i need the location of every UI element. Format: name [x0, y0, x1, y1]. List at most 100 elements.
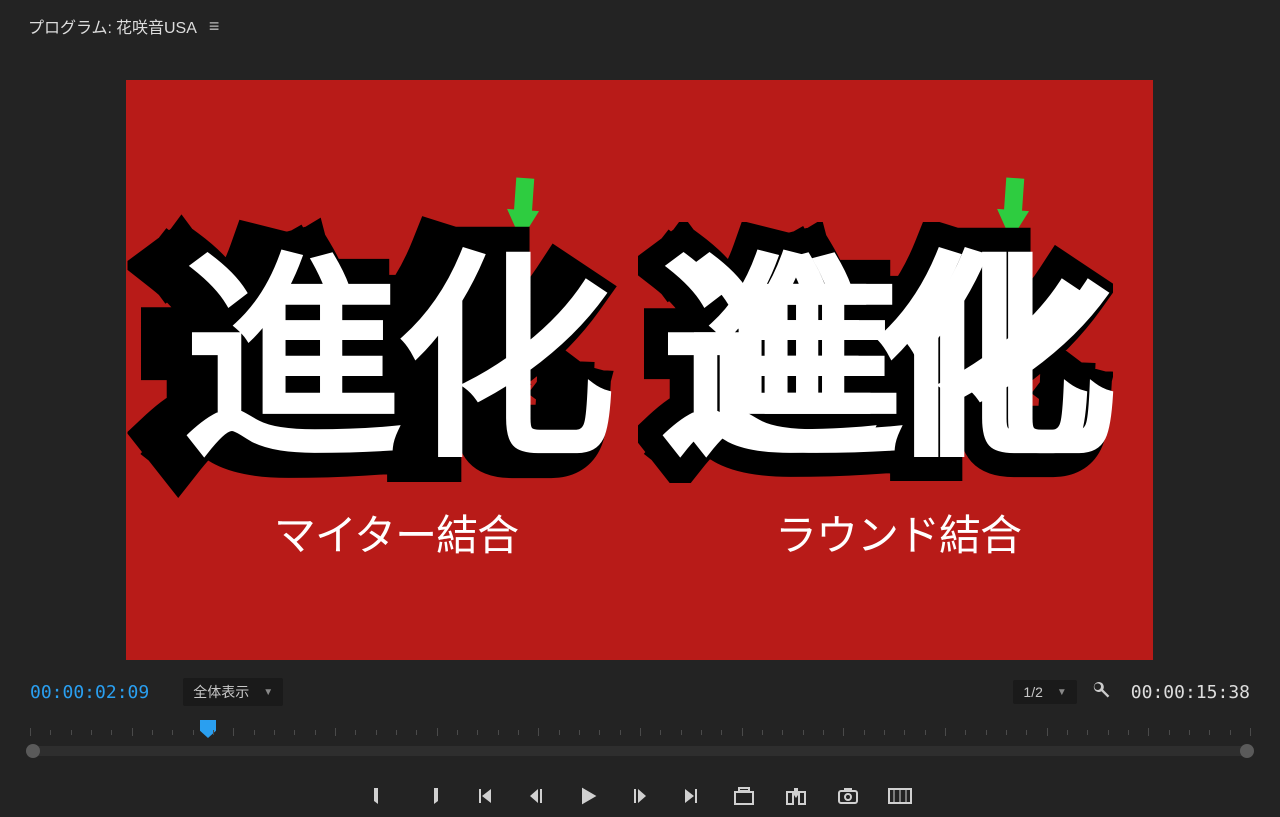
ruler-tick	[498, 730, 499, 735]
ruler-tick	[1067, 730, 1068, 735]
caption-miter: マイター結合	[156, 502, 636, 563]
time-ruler[interactable]	[30, 718, 1250, 744]
settings-wrench-icon[interactable]	[1091, 680, 1111, 705]
zoom-handle-right[interactable]	[1240, 744, 1254, 758]
ruler-tick	[172, 730, 173, 735]
ruler-tick	[274, 730, 275, 735]
comparison-view-button[interactable]	[888, 784, 912, 808]
ruler-tick	[1047, 728, 1048, 736]
ruler-tick	[437, 728, 438, 736]
ruler-tick	[315, 730, 316, 735]
ruler-tick	[1108, 730, 1109, 735]
ruler-tick	[1209, 730, 1210, 735]
monitor-controls-row: 00:00:02:09 全体表示 ▼ 1/2 ▼ 00:00:15:38	[0, 678, 1280, 706]
caption-round: ラウンド結合	[658, 502, 1138, 563]
ruler-tick	[416, 730, 417, 735]
ruler-tick	[986, 730, 987, 735]
ruler-tick	[396, 730, 397, 735]
ruler-tick	[294, 730, 295, 735]
play-button[interactable]	[576, 784, 600, 808]
ruler-tick	[803, 730, 804, 735]
sample-text-block-round: 進化 ラウンド結合	[658, 250, 1138, 563]
extract-button[interactable]	[784, 784, 808, 808]
ruler-tick	[477, 730, 478, 735]
zoom-level-select[interactable]: 全体表示 ▼	[183, 678, 283, 706]
panel-title-prefix: プログラム:	[28, 14, 112, 38]
export-frame-button[interactable]	[836, 784, 860, 808]
ruler-tick	[1169, 730, 1170, 735]
zoom-level-label: 全体表示	[193, 682, 249, 702]
ruler-tick	[538, 728, 539, 736]
ruler-tick	[925, 730, 926, 735]
ruler-tick	[213, 730, 214, 735]
go-to-in-button[interactable]	[472, 784, 496, 808]
lift-button[interactable]	[732, 784, 756, 808]
mark-out-button[interactable]	[420, 784, 444, 808]
ruler-tick	[30, 728, 31, 736]
ruler-tick	[823, 730, 824, 735]
step-forward-button[interactable]	[628, 784, 652, 808]
ruler-tick	[945, 728, 946, 736]
ruler-tick	[1087, 730, 1088, 735]
ruler-tick	[904, 730, 905, 735]
ruler-tick	[152, 730, 153, 735]
panel-menu-icon[interactable]: ≡	[209, 16, 220, 37]
ruler-tick	[132, 728, 133, 736]
ruler-tick	[620, 730, 621, 735]
ruler-tick	[579, 730, 580, 735]
ruler-tick	[660, 730, 661, 735]
ruler-tick	[599, 730, 600, 735]
ruler-tick	[701, 730, 702, 735]
ruler-tick	[376, 730, 377, 735]
transport-controls	[0, 776, 1280, 816]
program-monitor-panel: プログラム: 花咲音USA ≡ 進化 マイター結合 進化 ラウンド結合 00:0…	[0, 0, 1280, 817]
ruler-tick	[843, 728, 844, 736]
ruler-tick	[742, 728, 743, 736]
ruler-tick	[254, 730, 255, 735]
ruler-tick	[782, 730, 783, 735]
ruler-tick	[518, 730, 519, 735]
step-back-button[interactable]	[524, 784, 548, 808]
ruler-tick	[640, 728, 641, 736]
chevron-down-icon: ▼	[1057, 687, 1067, 698]
ruler-tick	[1230, 730, 1231, 735]
ruler-tick	[681, 730, 682, 735]
ruler-tick	[1006, 730, 1007, 735]
big-text-round: 進化	[658, 250, 1138, 470]
panel-title-bar: プログラム: 花咲音USA ≡	[0, 0, 1280, 44]
current-timecode[interactable]: 00:00:02:09	[30, 682, 149, 703]
ruler-tick	[355, 730, 356, 735]
ruler-tick	[233, 728, 234, 736]
ruler-tick	[1148, 728, 1149, 736]
ruler-tick	[91, 730, 92, 735]
mark-in-button[interactable]	[368, 784, 392, 808]
resolution-label: 1/2	[1023, 684, 1042, 700]
ruler-tick	[559, 730, 560, 735]
ruler-tick	[71, 730, 72, 735]
panel-sequence-name: 花咲音USA	[116, 14, 197, 38]
playhead[interactable]	[200, 720, 216, 738]
ruler-tick	[884, 730, 885, 735]
zoom-handle-left[interactable]	[26, 744, 40, 758]
ruler-tick	[457, 730, 458, 735]
chevron-down-icon: ▼	[263, 687, 273, 698]
ruler-tick	[721, 730, 722, 735]
program-monitor-viewport[interactable]: 進化 マイター結合 進化 ラウンド結合	[126, 80, 1153, 660]
go-to-out-button[interactable]	[680, 784, 704, 808]
big-text-miter: 進化	[156, 250, 636, 470]
ruler-tick	[1250, 728, 1251, 736]
ruler-tick	[50, 730, 51, 735]
ruler-tick	[193, 730, 194, 735]
timeline-zoom-scrollbar[interactable]	[30, 746, 1250, 756]
total-timecode: 00:00:15:38	[1131, 682, 1250, 703]
ruler-tick	[1128, 730, 1129, 735]
ruler-tick	[1026, 730, 1027, 735]
playback-resolution-select[interactable]: 1/2 ▼	[1013, 680, 1076, 704]
ruler-tick	[965, 730, 966, 735]
ruler-tick	[335, 728, 336, 736]
ruler-tick	[1189, 730, 1190, 735]
ruler-tick	[111, 730, 112, 735]
sample-text-block-miter: 進化 マイター結合	[156, 250, 636, 563]
video-canvas: 進化 マイター結合 進化 ラウンド結合	[126, 80, 1153, 660]
ruler-tick	[762, 730, 763, 735]
